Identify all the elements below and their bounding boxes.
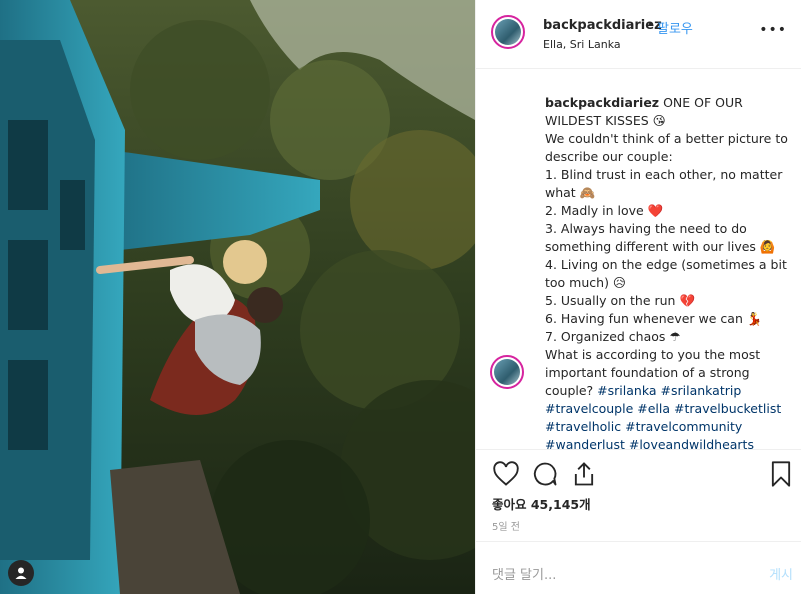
follow-button[interactable]: 팔로우 [657,18,693,37]
caption-line: 2. Madly in love ❤️ [545,203,664,218]
hashtag-link[interactable]: #srilanka [597,383,656,398]
hashtag-link[interactable]: #travelbucketlist [674,401,781,416]
bookmark-icon[interactable] [767,460,795,488]
more-icon[interactable]: ••• [759,22,787,38]
header-avatar[interactable] [491,15,525,49]
caption-line: 4. Living on the edge (sometimes a bit t… [545,257,787,290]
tagged-users-icon[interactable] [8,560,34,586]
caption-username[interactable]: backpackdiariez [545,95,659,110]
caption-line: 7. Organized chaos ☂ [545,329,681,344]
header-dot: • [647,18,655,33]
caption-line: We couldn't think of a better picture to… [545,131,788,164]
caption-line: 6. Having fun whenever we can 💃 [545,311,763,326]
caption-line: 1. Blind trust in each other, no matter … [545,167,783,200]
post-comment-button[interactable]: 게시 [769,564,793,583]
caption-line: 5. Usually on the run 💔 [545,293,696,308]
post-panel: backpackdiariez • 팔로우 Ella, Sri Lanka ••… [475,0,801,594]
header-username[interactable]: backpackdiariez [543,18,662,33]
post-header: backpackdiariez • 팔로우 Ella, Sri Lanka ••… [476,0,801,69]
hashtag-link[interactable]: #ella [637,401,670,416]
comment-bar: 댓글 달기... 게시 [476,541,801,595]
heart-icon[interactable] [492,460,520,488]
share-icon[interactable] [570,460,598,488]
comment-icon[interactable] [531,460,559,488]
hashtag-link[interactable]: #srilankatrip [661,383,742,398]
hashtag-link[interactable]: #travelcommunity [625,419,742,434]
post-time[interactable]: 5일 전 [492,518,520,533]
header-location[interactable]: Ella, Sri Lanka [543,38,621,51]
caption-avatar[interactable] [490,355,524,389]
action-bar [476,449,801,496]
comments-area[interactable]: backpackdiariez ONE OF OUR WILDEST KISSE… [476,69,801,449]
likes-count[interactable]: 좋아요 45,145개 [492,494,591,513]
caption-line: 3. Always having the need to do somethin… [545,221,776,254]
comment-input[interactable]: 댓글 달기... [492,564,556,583]
caption-text: backpackdiariez ONE OF OUR WILDEST KISSE… [545,94,790,449]
hashtag-link[interactable]: #travelholic [545,419,621,434]
hashtag-link[interactable]: #loveandwildhearts [629,437,754,449]
post-photo[interactable] [0,0,475,594]
photo-image [0,0,475,594]
hashtag-link[interactable]: #wanderlust [545,437,625,449]
hashtag-link[interactable]: #travelcouple [545,401,633,416]
